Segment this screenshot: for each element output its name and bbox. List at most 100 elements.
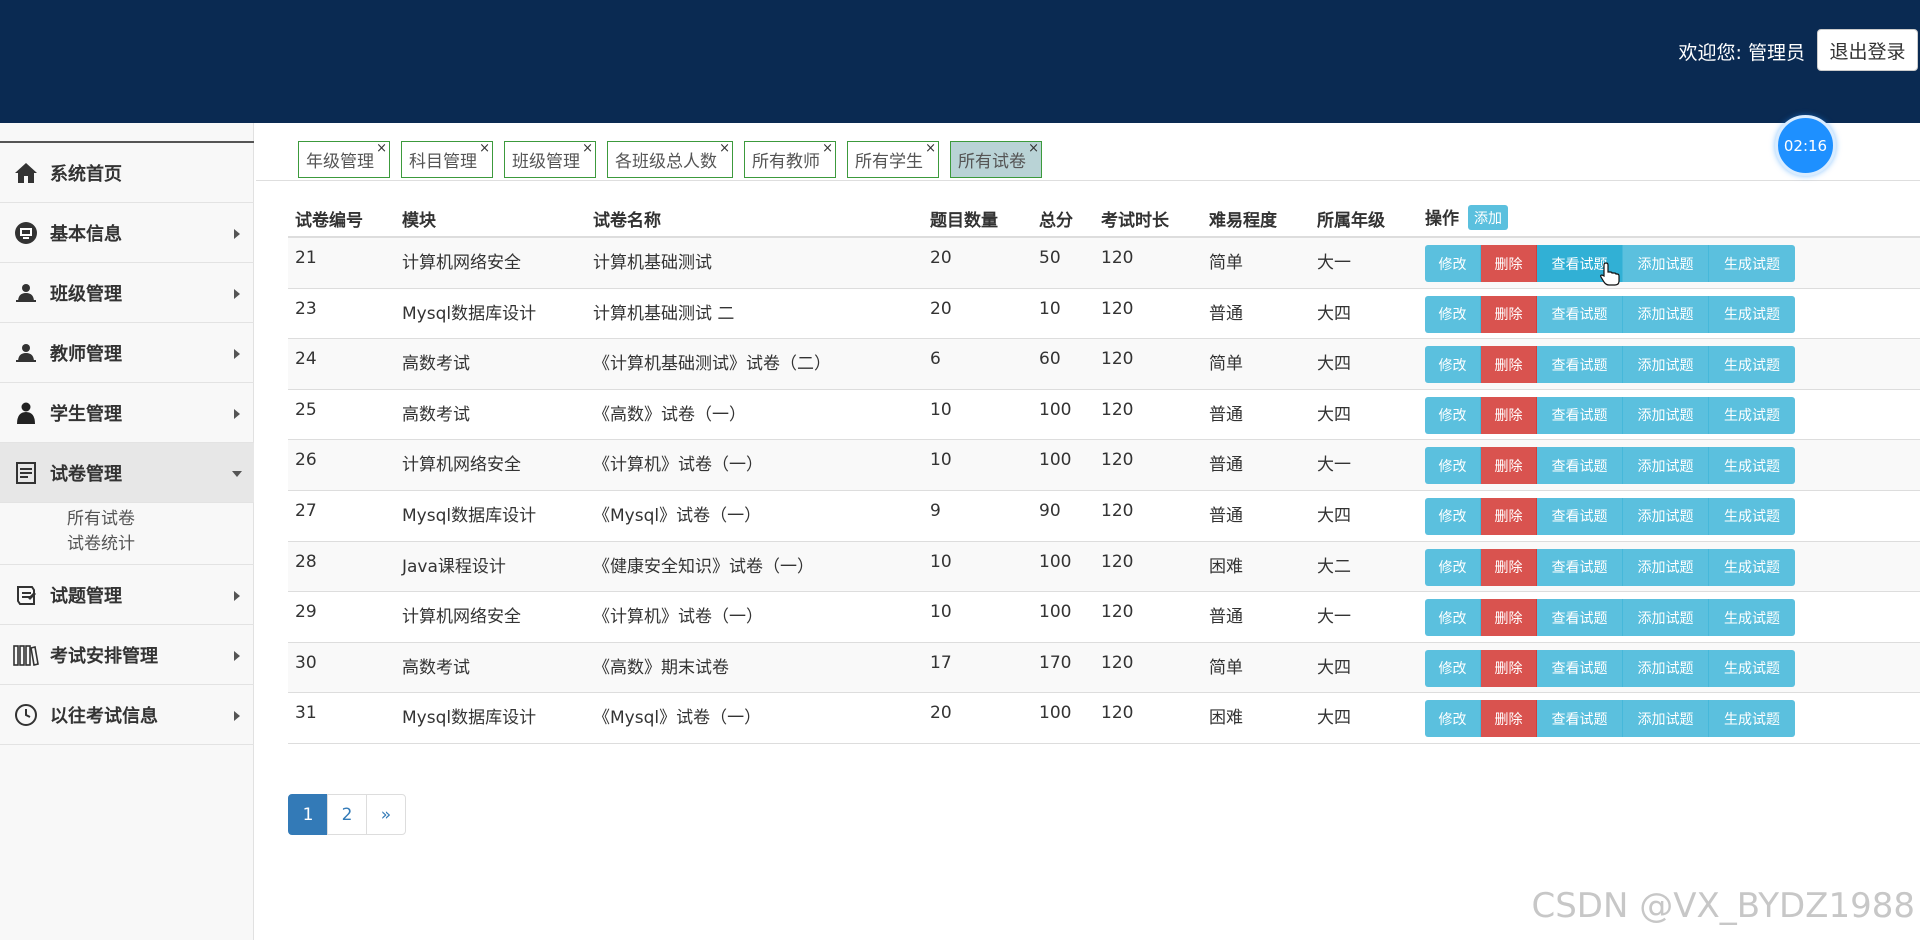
add-questions-button[interactable]: 添加试题 bbox=[1623, 346, 1709, 384]
submenu-item-all-papers[interactable]: 所有试卷 bbox=[67, 507, 254, 532]
tab-all-teachers[interactable]: 所有教师 × bbox=[744, 141, 836, 178]
edit-button[interactable]: 修改 bbox=[1425, 447, 1481, 485]
scroll-icon bbox=[13, 582, 39, 608]
generate-questions-button[interactable]: 生成试题 bbox=[1709, 245, 1795, 282]
delete-button[interactable]: 删除 bbox=[1481, 447, 1537, 485]
close-icon[interactable]: × bbox=[582, 142, 593, 156]
paper-name-cell: 《计算机基础测试》试卷（二） bbox=[593, 354, 831, 375]
row-actions: 修改 删除 查看试题 添加试题 生成试题 bbox=[1425, 346, 1795, 384]
close-icon[interactable]: × bbox=[479, 142, 490, 156]
sidebar-item-exam-paper-management[interactable]: 试卷管理 bbox=[0, 443, 254, 503]
generate-questions-button[interactable]: 生成试题 bbox=[1709, 548, 1795, 586]
edit-button[interactable]: 修改 bbox=[1425, 548, 1481, 586]
delete-button[interactable]: 删除 bbox=[1481, 497, 1537, 535]
view-questions-button[interactable]: 查看试题 bbox=[1537, 649, 1623, 687]
tab-class-headcount[interactable]: 各班级总人数 × bbox=[607, 141, 733, 178]
view-questions-button[interactable]: 查看试题 bbox=[1537, 447, 1623, 485]
difficulty-cell: 普通 bbox=[1209, 455, 1243, 476]
tab-all-students[interactable]: 所有学生 × bbox=[847, 141, 939, 178]
page-1-button[interactable]: 1 bbox=[288, 794, 328, 835]
sidebar-item-class-management[interactable]: 班级管理 bbox=[0, 263, 254, 323]
sidebar-menu: 系统首页 基本信息 班级管理 教师管理 学生管理 试卷管理 所有试卷 试卷统计 … bbox=[0, 143, 254, 745]
edit-button[interactable]: 修改 bbox=[1425, 599, 1481, 637]
monitor-icon bbox=[13, 220, 39, 246]
total-score-cell: 50 bbox=[1039, 248, 1061, 268]
submenu-item-paper-statistics[interactable]: 试卷统计 bbox=[67, 532, 254, 557]
close-icon[interactable]: × bbox=[1028, 142, 1039, 156]
question-count-cell: 20 bbox=[930, 248, 952, 268]
sidebar-item-teacher-management[interactable]: 教师管理 bbox=[0, 323, 254, 383]
logout-button[interactable]: 退出登录 bbox=[1817, 29, 1918, 71]
add-paper-button[interactable]: 添加 bbox=[1468, 205, 1508, 230]
delete-button[interactable]: 删除 bbox=[1481, 245, 1537, 282]
edit-button[interactable]: 修改 bbox=[1425, 649, 1481, 687]
sidebar-item-home[interactable]: 系统首页 bbox=[0, 143, 254, 203]
tab-all-papers[interactable]: 所有试卷 × bbox=[950, 141, 1042, 178]
view-questions-button[interactable]: 查看试题 bbox=[1537, 599, 1623, 637]
tab-class-management[interactable]: 班级管理 × bbox=[504, 141, 596, 178]
document-icon bbox=[13, 460, 39, 486]
view-questions-button[interactable]: 查看试题 bbox=[1537, 295, 1623, 333]
sidebar-item-question-management[interactable]: 试题管理 bbox=[0, 565, 254, 625]
close-icon[interactable]: × bbox=[719, 142, 730, 156]
exam-papers-table: 试卷编号 模块 试卷名称 题目数量 总分 考试时长 难易程度 所属年级 操作 添… bbox=[288, 198, 1920, 744]
sidebar-item-student-management[interactable]: 学生管理 bbox=[0, 383, 254, 443]
tab-grade-management[interactable]: 年级管理 × bbox=[298, 141, 390, 178]
add-questions-button[interactable]: 添加试题 bbox=[1623, 700, 1709, 738]
duration-cell: 120 bbox=[1101, 298, 1134, 319]
tab-label: 各班级总人数 bbox=[615, 152, 717, 172]
delete-button[interactable]: 删除 bbox=[1481, 295, 1537, 333]
close-icon[interactable]: × bbox=[376, 142, 387, 156]
generate-questions-button[interactable]: 生成试题 bbox=[1709, 700, 1795, 738]
edit-button[interactable]: 修改 bbox=[1425, 245, 1481, 282]
tab-subject-management[interactable]: 科目管理 × bbox=[401, 141, 493, 178]
add-questions-button[interactable]: 添加试题 bbox=[1623, 396, 1709, 434]
view-questions-button[interactable]: 查看试题 bbox=[1537, 346, 1623, 384]
generate-questions-button[interactable]: 生成试题 bbox=[1709, 447, 1795, 485]
paper-name-cell: 计算机基础测试 二 bbox=[593, 303, 735, 324]
edit-button[interactable]: 修改 bbox=[1425, 346, 1481, 384]
close-icon[interactable]: × bbox=[822, 142, 833, 156]
generate-questions-button[interactable]: 生成试题 bbox=[1709, 649, 1795, 687]
grade-cell: 大四 bbox=[1317, 404, 1351, 425]
close-icon[interactable]: × bbox=[925, 142, 936, 156]
delete-button[interactable]: 删除 bbox=[1481, 599, 1537, 637]
view-questions-button[interactable]: 查看试题 bbox=[1537, 548, 1623, 586]
view-questions-button[interactable]: 查看试题 bbox=[1537, 497, 1623, 535]
page-2-button[interactable]: 2 bbox=[327, 794, 367, 835]
sidebar-item-past-exams[interactable]: 以往考试信息 bbox=[0, 685, 254, 745]
next-page-button[interactable]: » bbox=[366, 794, 406, 835]
delete-button[interactable]: 删除 bbox=[1481, 548, 1537, 586]
edit-button[interactable]: 修改 bbox=[1425, 700, 1481, 738]
add-questions-button[interactable]: 添加试题 bbox=[1623, 245, 1709, 282]
sidebar-item-exam-schedule[interactable]: 考试安排管理 bbox=[0, 625, 254, 685]
add-questions-button[interactable]: 添加试题 bbox=[1623, 649, 1709, 687]
table-row: 31 Mysql数据库设计 《Mysql》试卷（一） 20 100 120 困难 大四 修改 删除… bbox=[288, 693, 1920, 744]
view-questions-button[interactable]: 查看试题 bbox=[1537, 700, 1623, 738]
generate-questions-button[interactable]: 生成试题 bbox=[1709, 599, 1795, 637]
delete-button[interactable]: 删除 bbox=[1481, 396, 1537, 434]
generate-questions-button[interactable]: 生成试题 bbox=[1709, 497, 1795, 535]
tab-label: 所有学生 bbox=[855, 152, 923, 172]
duration-cell: 120 bbox=[1101, 349, 1134, 370]
edit-button[interactable]: 修改 bbox=[1425, 497, 1481, 535]
edit-button[interactable]: 修改 bbox=[1425, 396, 1481, 434]
column-header: 考试时长 bbox=[1101, 211, 1169, 231]
delete-button[interactable]: 删除 bbox=[1481, 649, 1537, 687]
generate-questions-button[interactable]: 生成试题 bbox=[1709, 295, 1795, 333]
generate-questions-button[interactable]: 生成试题 bbox=[1709, 346, 1795, 384]
edit-button[interactable]: 修改 bbox=[1425, 295, 1481, 333]
difficulty-cell: 困难 bbox=[1209, 708, 1243, 729]
add-questions-button[interactable]: 添加试题 bbox=[1623, 497, 1709, 535]
add-questions-button[interactable]: 添加试题 bbox=[1623, 447, 1709, 485]
delete-button[interactable]: 删除 bbox=[1481, 346, 1537, 384]
delete-button[interactable]: 删除 bbox=[1481, 700, 1537, 738]
view-questions-button[interactable]: 查看试题 bbox=[1537, 396, 1623, 434]
add-questions-button[interactable]: 添加试题 bbox=[1623, 548, 1709, 586]
add-questions-button[interactable]: 添加试题 bbox=[1623, 599, 1709, 637]
countdown-timer: 02:16 bbox=[1775, 115, 1836, 176]
generate-questions-button[interactable]: 生成试题 bbox=[1709, 396, 1795, 434]
question-count-cell: 10 bbox=[930, 450, 952, 471]
sidebar-item-basic-info[interactable]: 基本信息 bbox=[0, 203, 254, 263]
add-questions-button[interactable]: 添加试题 bbox=[1623, 295, 1709, 333]
